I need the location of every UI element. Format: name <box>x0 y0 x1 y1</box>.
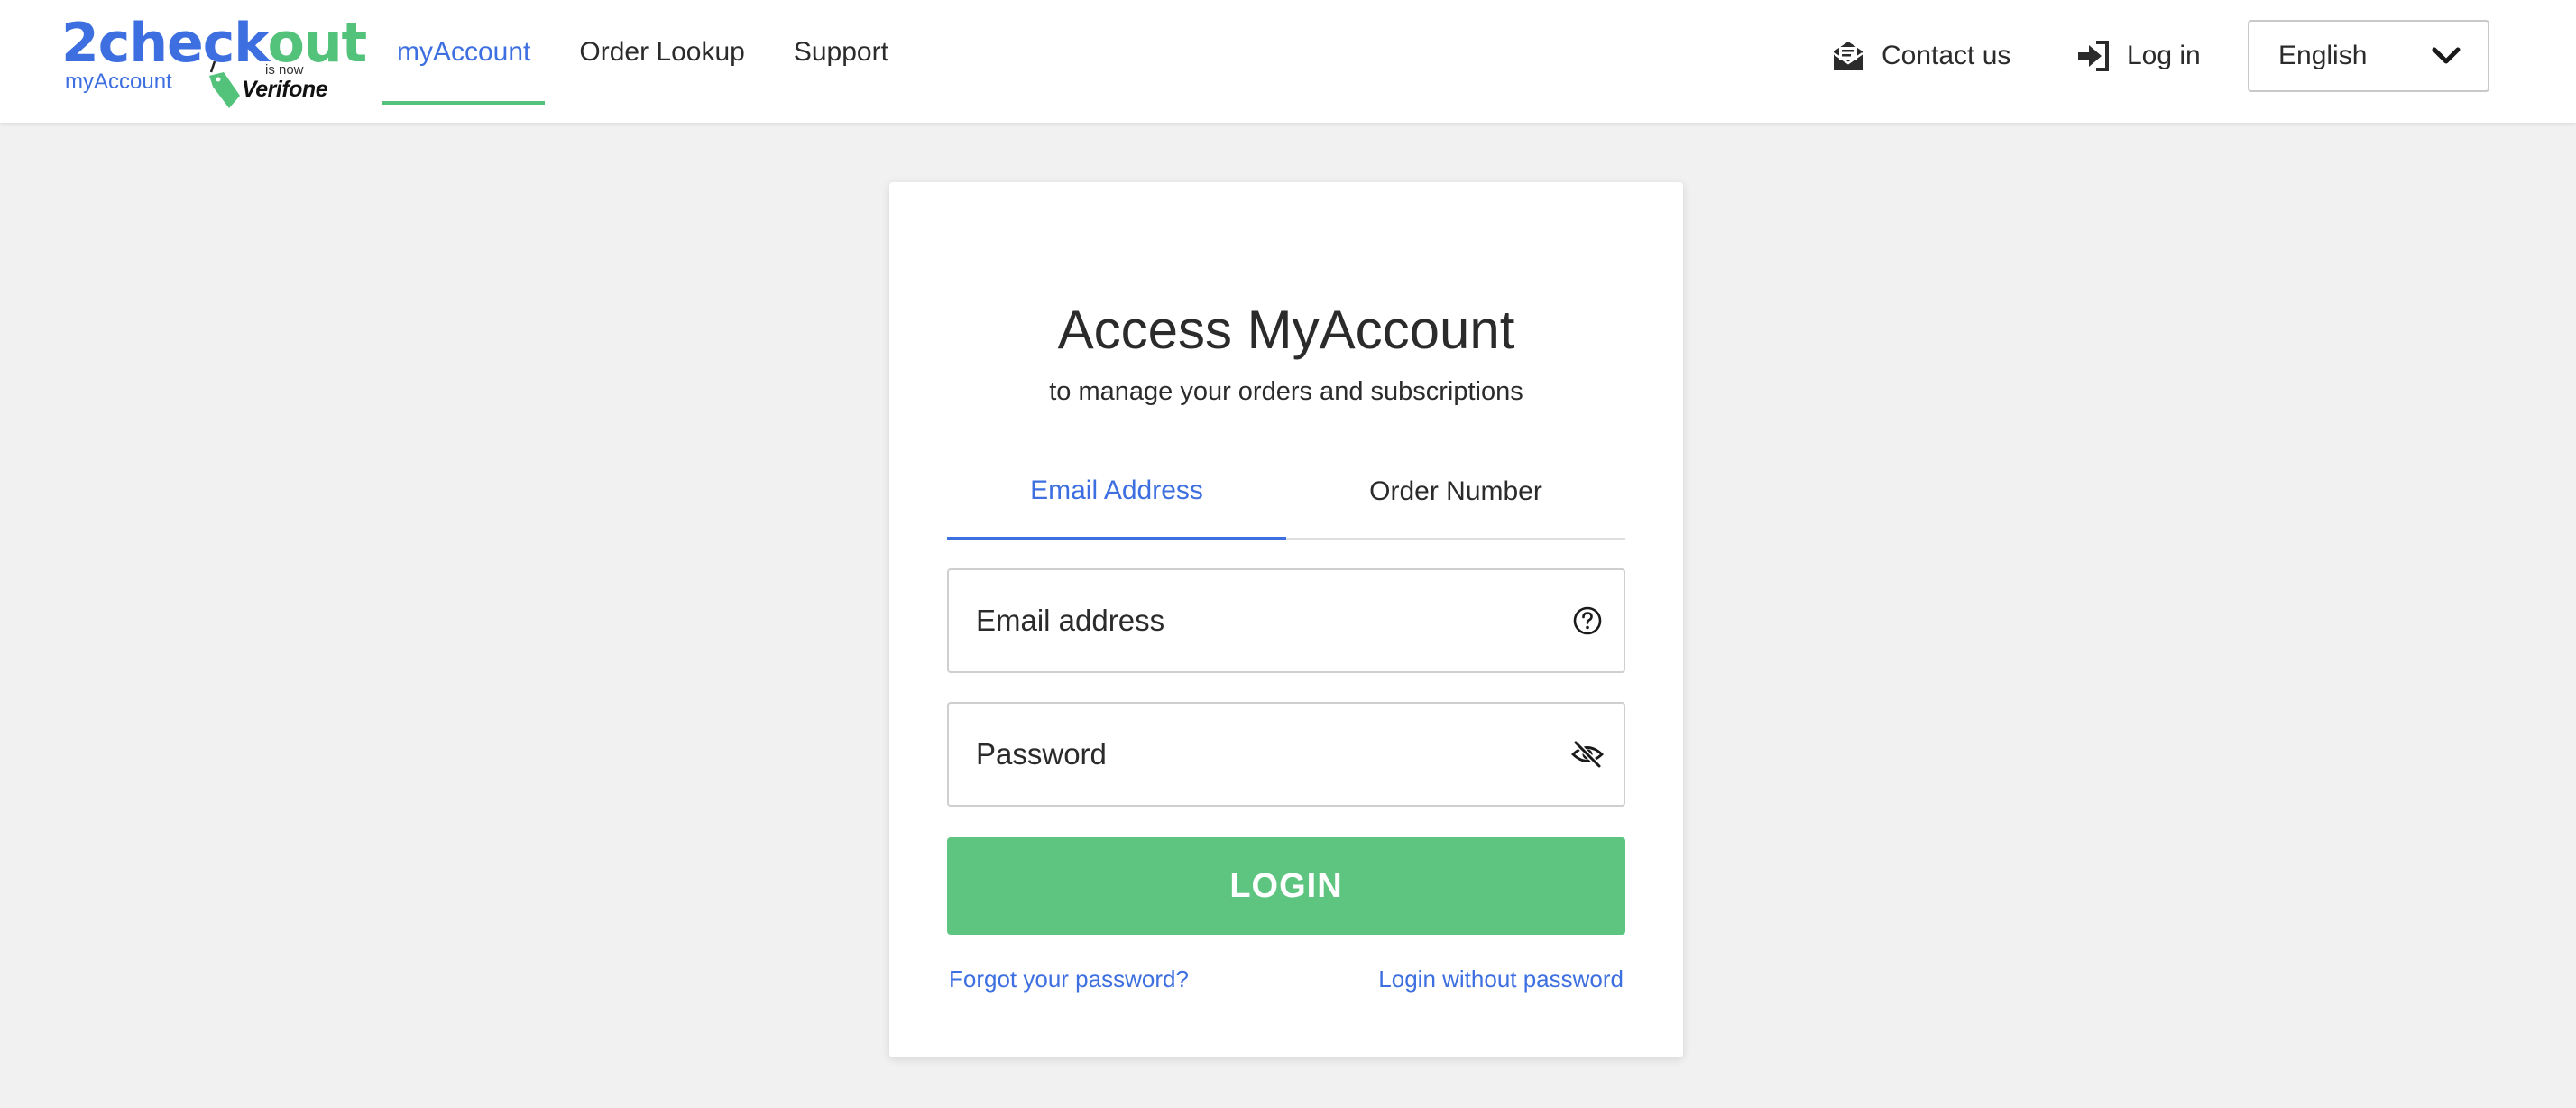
login-button[interactable]: LOGIN <box>947 837 1625 935</box>
log-in-label: Log in <box>2127 41 2201 70</box>
envelope-open-icon <box>1833 42 1863 70</box>
nav-item-support[interactable]: Support <box>779 0 903 105</box>
language-value: English <box>2278 41 2368 70</box>
tab-order-number[interactable]: Order Number <box>1286 449 1625 540</box>
language-select[interactable]: English <box>2248 20 2489 92</box>
logo-verifone: Verifone <box>242 77 328 102</box>
login-card: Access MyAccount to manage your orders a… <box>889 182 1683 1057</box>
log-in-link[interactable]: Log in <box>2076 40 2201 72</box>
nav-item-myaccount[interactable]: myAccount <box>382 0 546 105</box>
page-title: Access MyAccount <box>1057 300 1515 360</box>
chevron-down-icon <box>2432 47 2461 64</box>
password-input[interactable] <box>949 704 1562 805</box>
top-header: 2checkout myAccount is now Verifone myAc… <box>0 0 2576 123</box>
contact-us-link-wrap: Contact us <box>1831 0 2010 112</box>
email-field <box>947 568 1625 673</box>
login-link-wrap: Log in <box>2076 0 2201 112</box>
logo-subtitle: myAccount <box>65 69 172 94</box>
login-without-password-link[interactable]: Login without password <box>1378 964 1624 994</box>
eye-slash-icon[interactable] <box>1571 738 1604 771</box>
page-subtitle: to manage your orders and subscriptions <box>1049 377 1523 406</box>
brand-logo[interactable]: 2checkout myAccount is now Verifone <box>61 16 367 108</box>
contact-us-link[interactable]: Contact us <box>1831 39 2010 73</box>
login-method-tabs: Email Address Order Number <box>947 449 1625 540</box>
contact-us-label: Contact us <box>1881 41 2011 70</box>
email-input[interactable] <box>949 570 1562 671</box>
sign-in-icon <box>2078 41 2109 71</box>
main-nav: myAccount Order Lookup Support <box>382 0 923 105</box>
price-tag-icon <box>209 60 240 108</box>
password-field <box>947 702 1625 807</box>
forgot-password-link[interactable]: Forgot your password? <box>949 964 1189 994</box>
tab-email-address[interactable]: Email Address <box>947 449 1286 540</box>
nav-item-order-lookup[interactable]: Order Lookup <box>565 0 759 105</box>
question-circle-icon[interactable] <box>1571 605 1604 637</box>
